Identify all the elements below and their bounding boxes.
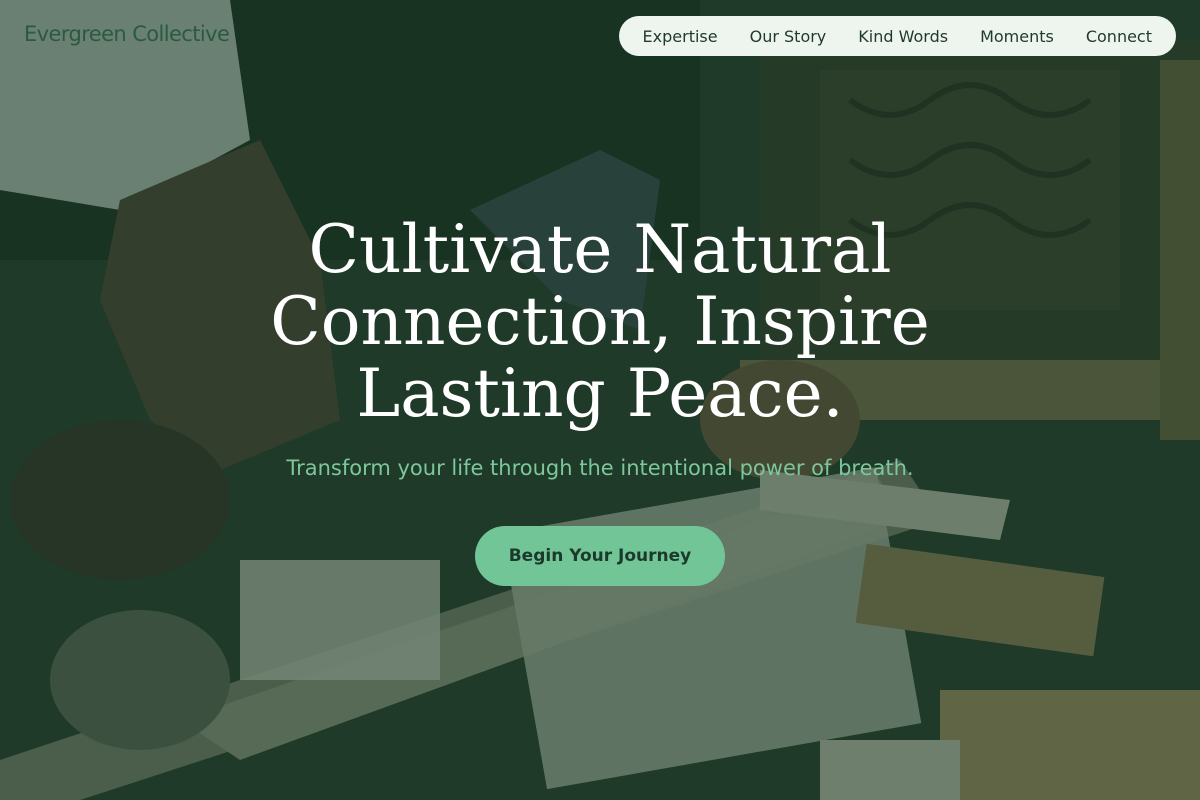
nav-item-kind-words[interactable]: Kind Words [858,27,948,46]
nav-item-connect[interactable]: Connect [1086,27,1152,46]
nav-item-moments[interactable]: Moments [980,27,1054,46]
hero-subline: Transform your life through the intentio… [286,456,914,480]
hero-headline: Cultivate Natural Connection, Inspire La… [0,214,1200,430]
hero-section: Evergreen Collective Expertise Our Story… [0,0,1200,800]
main-nav: Expertise Our Story Kind Words Moments C… [618,16,1176,56]
brand-logo[interactable]: Evergreen Collective [24,22,230,46]
headline-line-2: Connection, Inspire [270,283,930,360]
nav-item-our-story[interactable]: Our Story [750,27,827,46]
headline-line-1: Cultivate Natural [308,211,892,288]
begin-journey-button[interactable]: Begin Your Journey [475,526,725,586]
nav-item-expertise[interactable]: Expertise [643,27,718,46]
headline-line-3: Lasting Peace. [356,355,844,432]
